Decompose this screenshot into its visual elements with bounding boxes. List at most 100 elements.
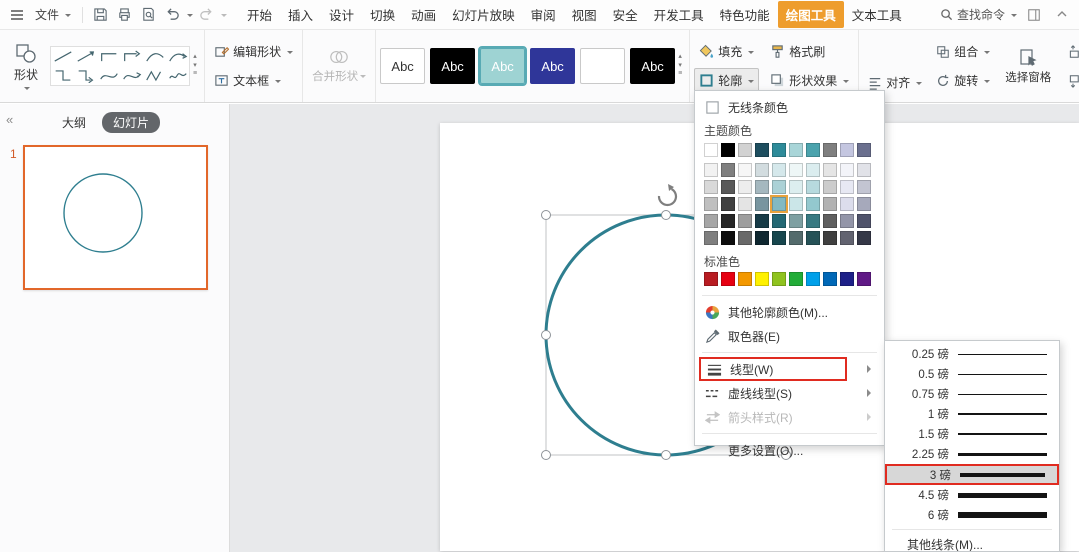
theme-color-swatch[interactable] [806,163,820,177]
bring-forward-button[interactable]: 上移一层 [1061,39,1079,64]
theme-color-swatch[interactable] [857,214,871,228]
fill-button[interactable]: 填充 [694,39,759,64]
menu-item-more-settings[interactable]: 更多设置(O)... [695,438,884,462]
tab-outline[interactable]: 大纲 [54,112,94,133]
menu-tab[interactable]: 安全 [605,1,646,28]
line-weight-option-selected[interactable]: 3 磅 [885,464,1059,485]
menu-tab[interactable]: 视图 [564,1,605,28]
theme-color-swatch[interactable] [738,163,752,177]
theme-color-swatch[interactable] [806,214,820,228]
selection-pane-button[interactable]: 选择窗格 [1001,46,1055,87]
theme-color-swatch[interactable] [857,197,871,211]
theme-color-swatch[interactable] [789,180,803,194]
line-weight-option[interactable]: 4.5 磅 [885,485,1059,505]
theme-color-swatch[interactable] [772,163,786,177]
standard-color-swatch[interactable] [857,272,871,286]
theme-color-swatch[interactable] [721,214,735,228]
menu-tab[interactable]: 特色功能 [712,1,778,28]
standard-color-swatch[interactable] [806,272,820,286]
hamburger-icon[interactable] [6,4,28,26]
theme-color-swatch[interactable] [840,231,854,245]
group-button[interactable]: 组合 [931,39,995,64]
theme-color-swatch[interactable] [704,163,718,177]
menu-tab[interactable]: 开始 [239,1,280,28]
send-backward-button[interactable]: 下移一层 [1061,68,1079,93]
theme-color-swatch[interactable] [755,180,769,194]
shape-gallery[interactable] [50,46,190,86]
theme-color-swatch[interactable] [772,231,786,245]
menu-tab[interactable]: 审阅 [523,1,564,28]
theme-color-swatch[interactable] [789,143,803,157]
redo-icon[interactable] [195,4,217,26]
line-weight-option[interactable]: 6 磅 [885,505,1059,525]
menu-item-line-style[interactable]: 线型(W) [695,357,884,381]
pane-icon[interactable] [1023,4,1045,26]
print-icon[interactable] [113,4,135,26]
collapse-panel-icon[interactable]: « [6,112,13,127]
theme-color-swatch[interactable] [840,197,854,211]
theme-color-swatch[interactable] [857,180,871,194]
theme-color-swatch[interactable] [789,163,803,177]
theme-color-swatch[interactable] [789,231,803,245]
theme-color-swatch[interactable] [738,197,752,211]
theme-color-swatch[interactable] [823,180,837,194]
slide-thumbnail[interactable] [22,145,208,290]
save-icon[interactable] [89,4,111,26]
line-weight-option[interactable]: 2.25 磅 [885,444,1059,464]
theme-color-swatch[interactable] [840,163,854,177]
shape-gallery-scroll[interactable]: ▴ ▾ ≡ [190,53,200,79]
standard-color-swatch[interactable] [772,272,786,286]
theme-color-swatch[interactable] [704,143,718,157]
standard-color-swatch[interactable] [755,272,769,286]
menu-item-no-line-color[interactable]: 无线条颜色 [695,95,884,119]
theme-color-swatch[interactable] [772,197,786,211]
style-gallery-scroll[interactable]: ▴ ▾ ≡ [675,53,685,79]
theme-color-swatch[interactable] [721,197,735,211]
theme-color-swatch[interactable] [721,180,735,194]
menu-tab[interactable]: 设计 [321,1,362,28]
theme-color-swatch[interactable] [806,180,820,194]
standard-color-swatch[interactable] [704,272,718,286]
text-box-button[interactable]: 文本框 [209,68,298,93]
theme-color-swatch[interactable] [806,143,820,157]
print-preview-icon[interactable] [137,4,159,26]
menu-item-arrow-style[interactable]: 箭头样式(R) [695,405,884,429]
menu-tab[interactable]: 插入 [280,1,321,28]
theme-color-swatch[interactable] [755,143,769,157]
theme-color-swatch[interactable] [806,231,820,245]
shape-style-preset[interactable]: Abc [530,48,576,84]
theme-color-swatch[interactable] [738,143,752,157]
theme-color-swatch[interactable] [755,197,769,211]
tab-slides[interactable]: 幻灯片 [102,112,161,133]
menu-tab[interactable]: 动画 [403,1,444,28]
theme-color-swatch[interactable] [755,163,769,177]
theme-color-swatch[interactable] [738,214,752,228]
line-weight-option[interactable]: 0.25 磅 [885,344,1059,364]
theme-color-swatch[interactable] [738,180,752,194]
line-weight-option[interactable]: 0.5 磅 [885,364,1059,384]
menu-tab[interactable]: 幻灯片放映 [444,1,523,28]
shape-style-preset[interactable]: Abc [630,48,676,84]
theme-color-swatch[interactable] [823,197,837,211]
edit-shape-button[interactable]: 编辑形状 [209,39,298,64]
theme-color-swatch[interactable] [704,214,718,228]
undo-icon[interactable] [161,4,183,26]
shape-style-preset[interactable]: Abc [580,48,626,84]
menu-item-dash-style[interactable]: 虚线线型(S) [695,381,884,405]
theme-color-swatch[interactable] [823,214,837,228]
theme-color-swatch[interactable] [772,214,786,228]
theme-color-swatch[interactable] [738,231,752,245]
theme-color-swatch[interactable] [704,231,718,245]
menu-tab[interactable]: 切换 [362,1,403,28]
theme-color-swatch[interactable] [755,231,769,245]
theme-color-swatch[interactable] [789,197,803,211]
menu-item-eyedropper[interactable]: 取色器(E) [695,324,884,348]
line-weight-option[interactable]: 1.5 磅 [885,424,1059,444]
shapes-button[interactable]: 形状 [4,34,48,98]
line-weight-option[interactable]: 1 磅 [885,404,1059,424]
shape-style-preset[interactable]: Abc [478,46,528,86]
menu-item-more-lines[interactable]: 其他线条(M)... [885,534,1059,551]
theme-color-swatch[interactable] [823,231,837,245]
find-command[interactable]: 查找命令 [940,6,1017,23]
theme-color-swatch[interactable] [721,143,735,157]
